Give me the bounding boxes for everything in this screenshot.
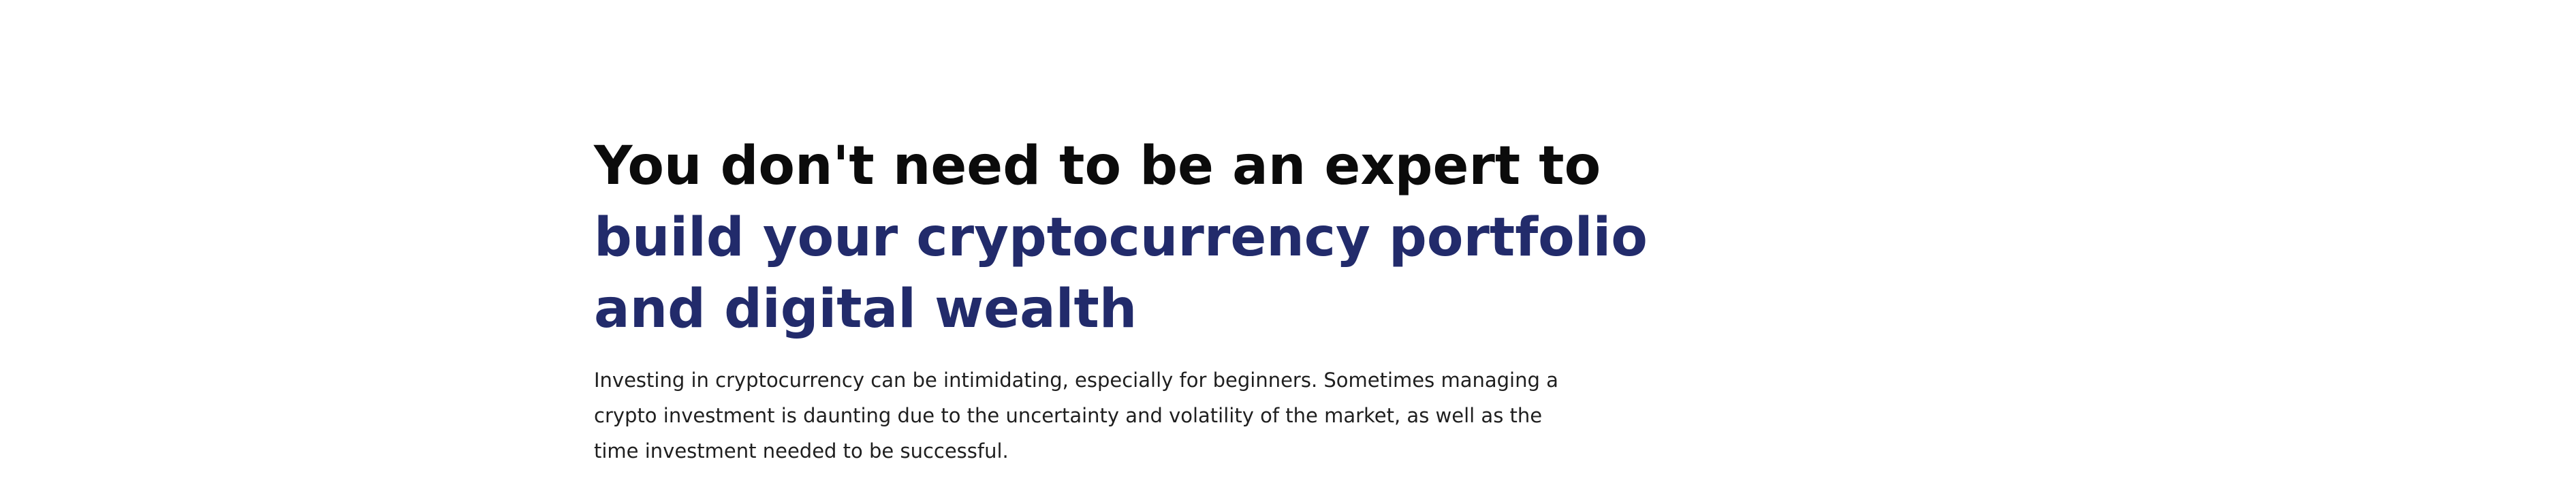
hero-description: Investing in cryptocurrency can be intim…: [594, 369, 1558, 463]
hero-heading: You don't need to be an expert to build …: [594, 131, 1697, 345]
hero-section: You don't need to be an expert to build …: [594, 131, 1697, 469]
hero-heading-accent: build your cryptocurrency portfolio and …: [594, 207, 1648, 340]
hero-heading-plain: You don't need to be an expert to: [594, 136, 1601, 197]
